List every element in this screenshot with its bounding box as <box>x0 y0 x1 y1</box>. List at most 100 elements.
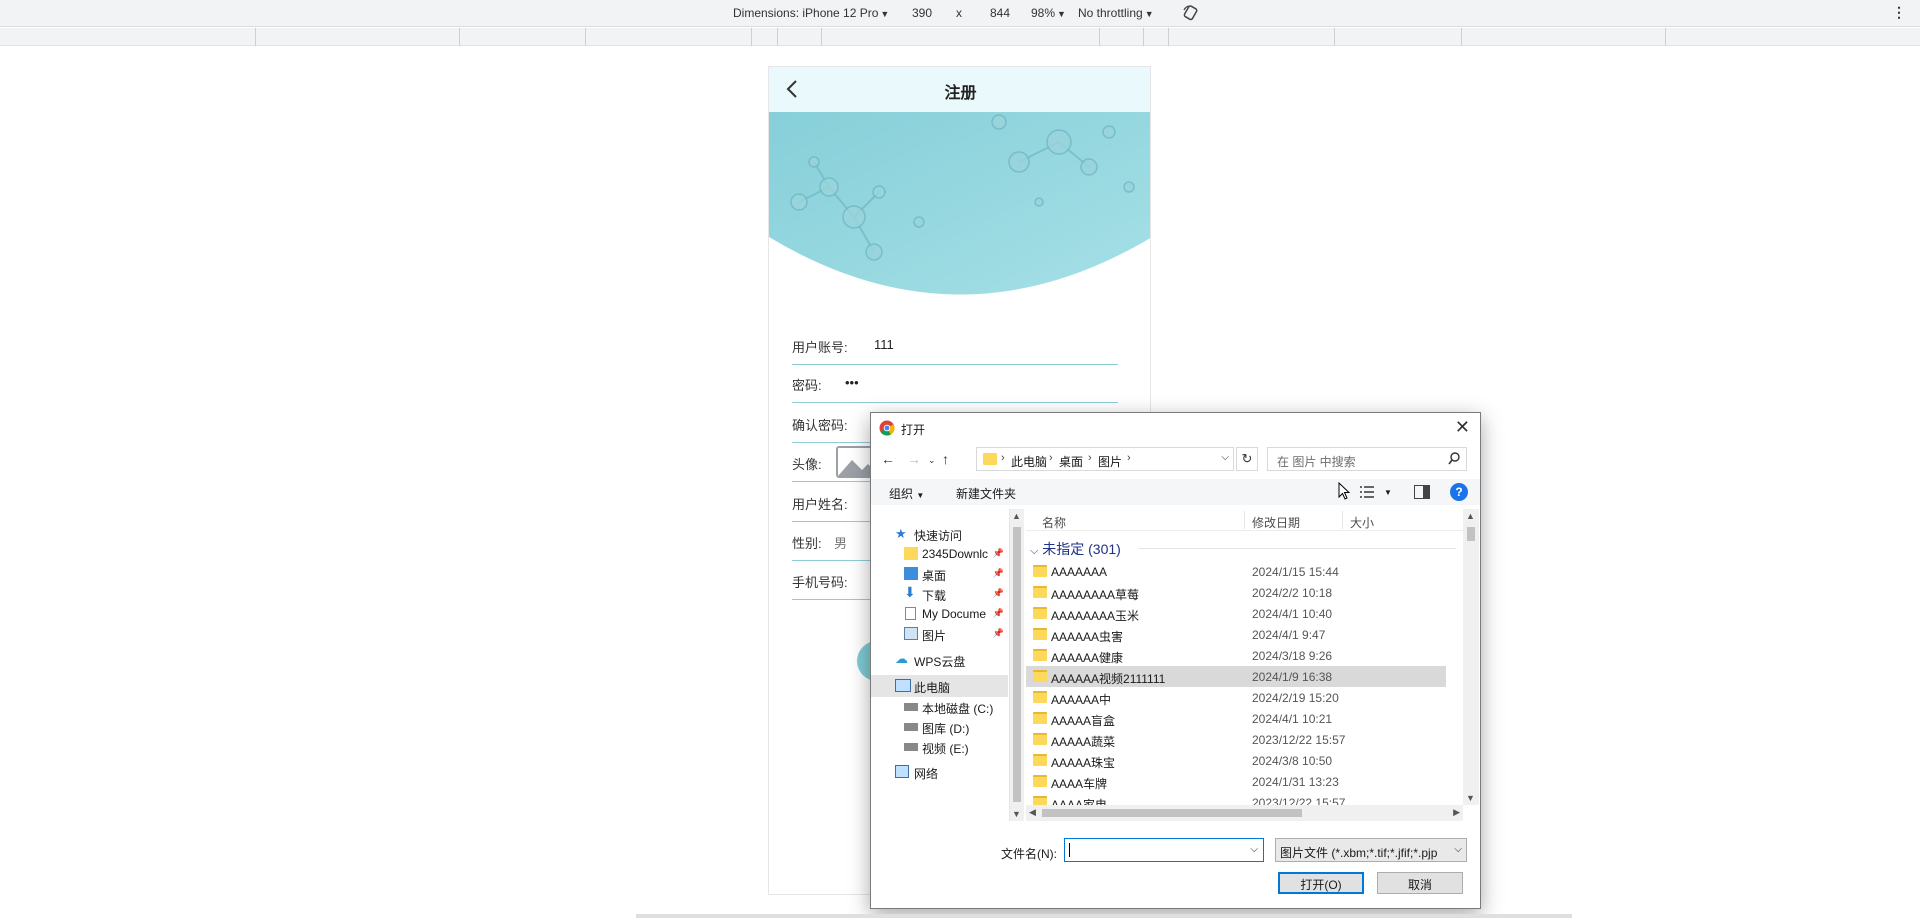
gender-select[interactable]: 男 <box>834 533 847 552</box>
scroll-thumb[interactable] <box>1467 527 1475 541</box>
up-arrow-icon[interactable]: ↑ <box>942 451 949 467</box>
zoom-select[interactable]: 98% ▼ <box>1031 6 1066 20</box>
breadcrumb-this-pc[interactable]: 此电脑 <box>1011 453 1047 470</box>
more-options-icon[interactable]: ⋮ <box>1892 4 1906 21</box>
account-input[interactable]: 111 <box>874 337 894 352</box>
filename-input[interactable]: ⌵ <box>1064 838 1264 862</box>
forward-arrow-icon[interactable]: → <box>907 451 921 467</box>
scroll-up-icon[interactable]: ▲ <box>1012 511 1021 521</box>
caret-down-icon[interactable]: ▼ <box>1384 488 1392 497</box>
close-icon[interactable]: ✕ <box>1455 417 1470 438</box>
file-row[interactable]: AAAAAA健康 2024/3/18 9:26 <box>1026 645 1446 666</box>
ruler-segment[interactable] <box>1665 28 1666 46</box>
chevron-down-icon[interactable]: ⌵ <box>1221 452 1229 463</box>
file-date: 2024/4/1 9:47 <box>1252 628 1326 642</box>
ruler-segment[interactable] <box>751 28 752 46</box>
ruler-segment[interactable] <box>459 28 460 46</box>
nav-item-documents[interactable]: My Docume 📌 <box>871 603 1008 625</box>
command-bar: 组织 ▼ 新建文件夹 ▼ ? <box>871 479 1480 505</box>
list-h-scrollbar[interactable]: ◀ ▶ <box>1026 805 1463 821</box>
chevron-right-icon: › <box>1049 452 1053 464</box>
nav-drive-e[interactable]: 视频 (E:) <box>871 736 1008 758</box>
nav-item-downloads-2345[interactable]: 2345Downlc 📌 <box>871 543 1008 565</box>
search-box[interactable]: 在 图片 中搜索 <box>1267 447 1467 471</box>
scroll-right-icon[interactable]: ▶ <box>1453 807 1460 818</box>
file-row[interactable]: AAAAAAAA玉米 2024/4/1 10:40 <box>1026 603 1446 624</box>
device-height-input[interactable]: 844 <box>990 6 1010 20</box>
file-row[interactable]: AAAAAAAA草莓 2024/2/2 10:18 <box>1026 582 1446 603</box>
nav-this-pc[interactable]: 此电脑 <box>871 675 1008 697</box>
scroll-thumb[interactable] <box>1042 809 1302 817</box>
throttle-select[interactable]: No throttling ▼ <box>1078 6 1154 20</box>
pin-icon: 📌 <box>992 548 1004 558</box>
scroll-up-icon[interactable]: ▲ <box>1466 511 1475 521</box>
scroll-left-icon[interactable]: ◀ <box>1029 807 1036 818</box>
back-arrow-icon[interactable]: ← <box>881 451 895 467</box>
ruler-segment[interactable] <box>1168 28 1169 46</box>
scroll-down-icon[interactable]: ▼ <box>1012 809 1021 819</box>
nav-item-pictures[interactable]: 图片 📌 <box>871 623 1008 645</box>
file-row[interactable]: AAAAAA视频2111111 2024/1/9 16:38 <box>1026 666 1446 687</box>
view-options-icon[interactable] <box>1360 485 1378 499</box>
pin-icon: 📌 <box>992 608 1004 618</box>
group-header[interactable]: ⌵ 未指定 (301) <box>1030 539 1460 559</box>
ruler-segment[interactable] <box>1143 28 1144 46</box>
file-row[interactable]: AAAA车牌 2024/1/31 13:23 <box>1026 771 1446 792</box>
chevron-down-icon[interactable]: ⌵ <box>1250 844 1258 855</box>
password-field: 密码: ••• <box>792 365 1118 403</box>
search-input[interactable]: 在 图片 中搜索 <box>1277 453 1356 470</box>
ruler-segment[interactable] <box>255 28 256 46</box>
ruler-segment[interactable] <box>777 28 778 46</box>
account-label: 用户账号: <box>792 340 848 355</box>
nav-scrollbar[interactable]: ▲ ▼ <box>1010 509 1024 821</box>
nav-quick-access[interactable]: ★ 快速访问 <box>871 523 1008 545</box>
device-toolbar: Dimensions: iPhone 12 Pro ▼ 390 x 844 98%… <box>0 0 1920 27</box>
preview-pane-icon[interactable] <box>1414 485 1430 499</box>
device-dimensions-select[interactable]: Dimensions: iPhone 12 Pro ▼ <box>733 6 889 20</box>
file-row[interactable]: AAAAAA虫害 2024/4/1 9:47 <box>1026 624 1446 645</box>
ruler-segment[interactable] <box>585 28 586 46</box>
ruler-segment[interactable] <box>1099 28 1100 46</box>
column-date[interactable]: 修改日期 <box>1252 514 1300 531</box>
device-width-input[interactable]: 390 <box>912 6 932 20</box>
password-input[interactable]: ••• <box>845 375 859 390</box>
nav-item-desktop[interactable]: 桌面 📌 <box>871 563 1008 585</box>
recent-locations-chevron-icon[interactable]: ⌄ <box>928 455 936 466</box>
folder-icon <box>904 547 918 560</box>
column-name[interactable]: 名称 <box>1042 514 1066 531</box>
file-row[interactable]: AAAAA珠宝 2024/3/8 10:50 <box>1026 750 1446 771</box>
file-row[interactable]: AAAAA盲盒 2024/4/1 10:21 <box>1026 708 1446 729</box>
nav-item-downloads[interactable]: ⬇ 下载 📌 <box>871 583 1008 605</box>
drive-icon <box>904 723 918 731</box>
nav-network[interactable]: 网络 <box>871 761 1008 783</box>
scroll-down-icon[interactable]: ▼ <box>1466 793 1475 803</box>
file-name: AAAAAAAA玉米 <box>1051 609 1140 623</box>
file-name: AAAAAAA <box>1051 565 1108 579</box>
cancel-button[interactable]: 取消 <box>1377 872 1463 894</box>
pin-icon: 📌 <box>992 628 1004 638</box>
new-folder-button[interactable]: 新建文件夹 <box>956 485 1016 502</box>
ruler-segment[interactable] <box>821 28 822 46</box>
breadcrumb-pictures[interactable]: 图片 <box>1098 453 1122 470</box>
scroll-thumb[interactable] <box>1013 527 1021 802</box>
organize-button[interactable]: 组织 ▼ <box>889 485 924 502</box>
column-size[interactable]: 大小 <box>1350 514 1374 531</box>
address-bar[interactable]: › 此电脑 › 桌面 › 图片 › ⌵ <box>976 447 1234 471</box>
column-divider[interactable] <box>1342 511 1343 529</box>
nav-wps-cloud[interactable]: ☁ WPS云盘 <box>871 649 1008 671</box>
refresh-icon[interactable]: ↻ <box>1236 447 1258 471</box>
file-row[interactable]: AAAAAA中 2024/2/19 15:20 <box>1026 687 1446 708</box>
open-button[interactable]: 打开(O) <box>1278 872 1364 894</box>
file-row[interactable]: AAAAAAA 2024/1/15 15:44 <box>1026 561 1446 582</box>
help-icon[interactable]: ? <box>1450 483 1468 501</box>
ruler-segment[interactable] <box>1461 28 1462 46</box>
nav-drive-c[interactable]: 本地磁盘 (C:) <box>871 696 1008 718</box>
nav-drive-d[interactable]: 图库 (D:) <box>871 716 1008 738</box>
list-scrollbar[interactable]: ▲ ▼ <box>1463 509 1479 805</box>
breadcrumb-desktop[interactable]: 桌面 <box>1059 453 1083 470</box>
filetype-select[interactable]: 图片文件 (*.xbm;*.tif;*.jfif;*.pjp ⌵ <box>1275 838 1467 862</box>
column-divider[interactable] <box>1244 511 1245 529</box>
ruler-segment[interactable] <box>1334 28 1335 46</box>
rotate-icon[interactable] <box>1182 4 1200 22</box>
file-row[interactable]: AAAAA蔬菜 2023/12/22 15:57 <box>1026 729 1446 750</box>
